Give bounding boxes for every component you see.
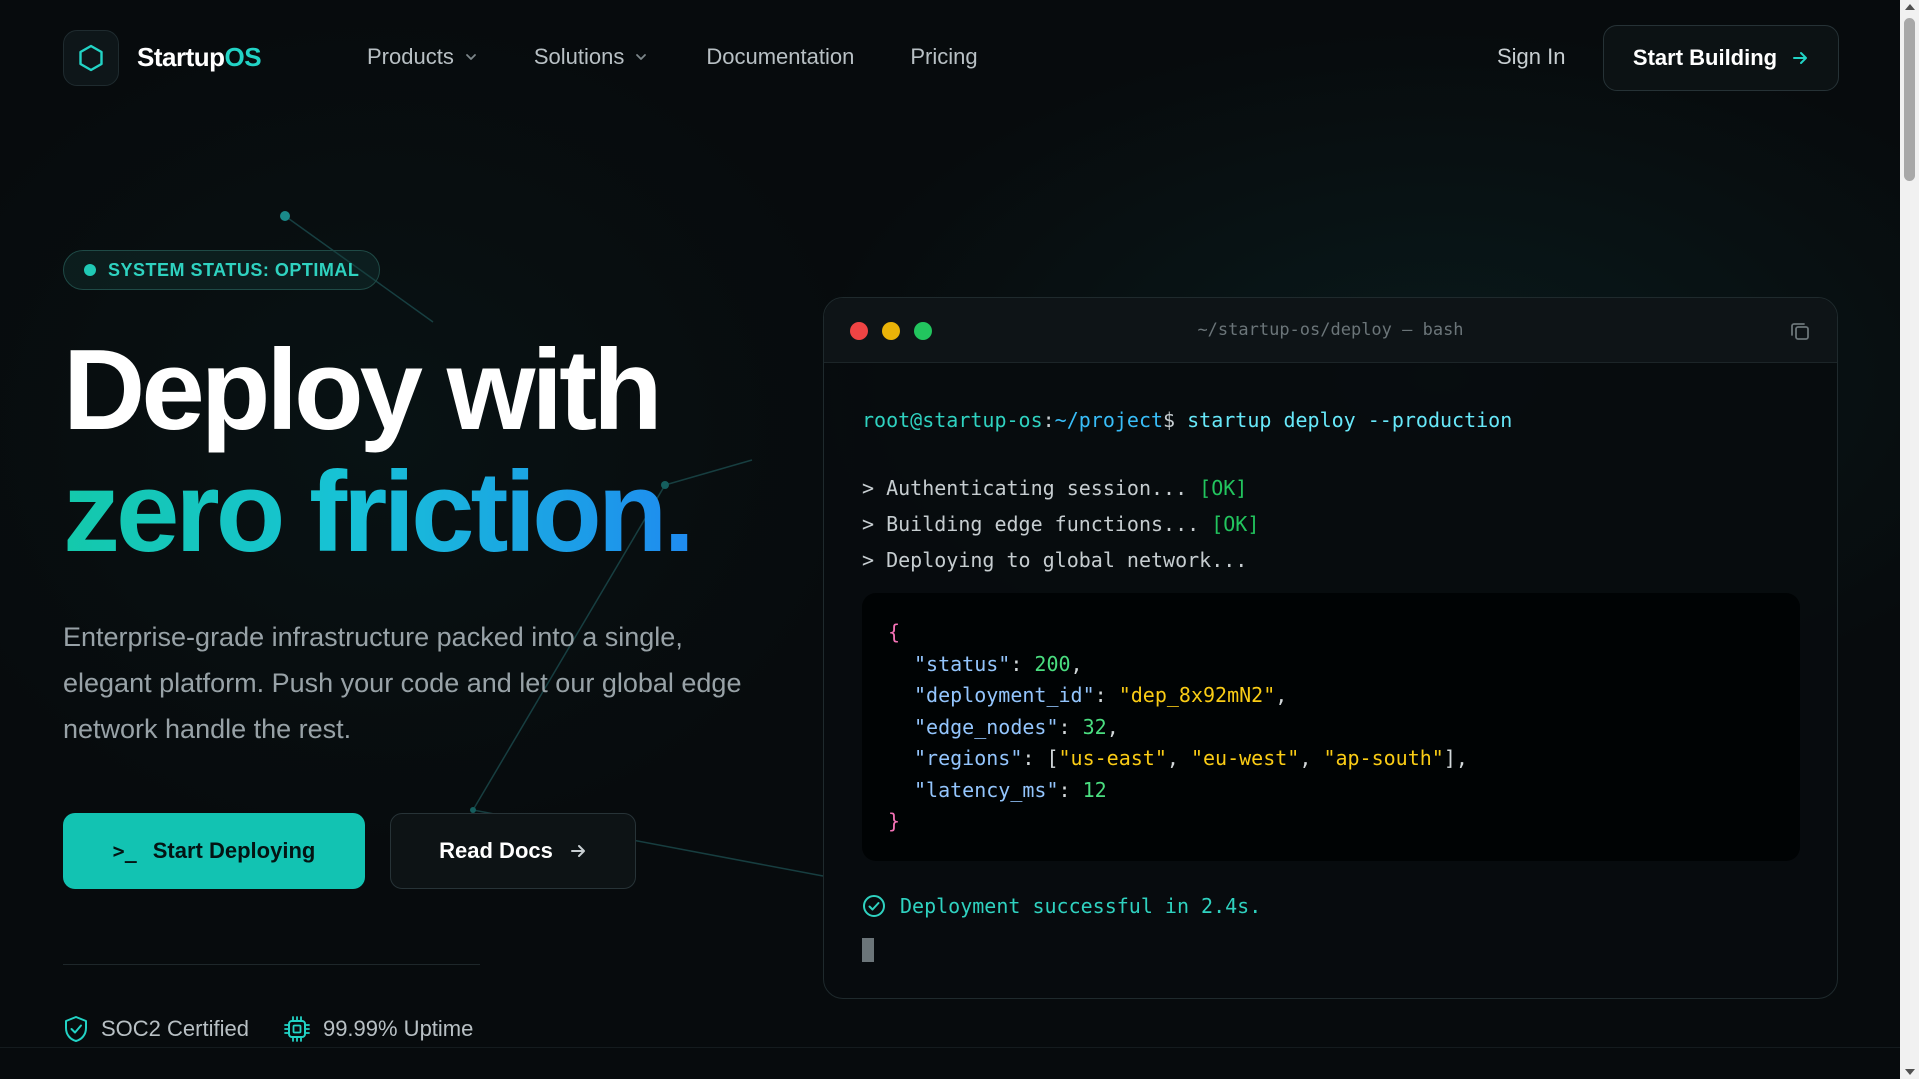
badge-label: 99.99% Uptime [322, 1016, 474, 1041]
log-line: > Building edge functions... [OK] [862, 506, 1512, 542]
headline-line-2: zero friction. [63, 449, 695, 576]
json-value: "ap-south" [1323, 746, 1444, 770]
json-value: 12 [1082, 777, 1107, 802]
json-value: "dep_8x92mN2" [1118, 683, 1276, 707]
json-line-status: "status": 200, [914, 651, 1083, 676]
json-key: "status" [914, 651, 1011, 676]
deployment-success-line: Deployment successful in 2.4s. [862, 894, 1261, 918]
brand-name[interactable]: StartupOS [137, 42, 262, 73]
badge-label: SOC2 Certified [101, 1016, 249, 1041]
chevron-down-icon [465, 54, 476, 60]
arrow-right-icon [570, 845, 585, 857]
success-text: Deployment successful in 2.4s. [900, 894, 1262, 918]
start-building-button[interactable]: Start Building [1603, 25, 1839, 91]
scroll-up-arrow-icon[interactable] [1905, 4, 1915, 10]
terminal-prompt-icon: >_ [112, 839, 137, 863]
logo-mark[interactable] [63, 30, 119, 86]
prompt-user: root@startup-os [862, 408, 1043, 432]
scrollbar-thumb[interactable] [1904, 18, 1915, 181]
hexagon-icon [79, 44, 103, 72]
json-key: "edge_nodes" [914, 714, 1059, 739]
json-value: 32 [1082, 714, 1107, 739]
terminal-command: startup deploy --production [1187, 408, 1513, 432]
json-response-block: { "status": 200, "deployment_id": "dep_8… [862, 593, 1800, 861]
arrow-right-icon [1793, 52, 1808, 64]
prompt-path: ~/project [1054, 408, 1164, 432]
log-line: > Deploying to global network... [862, 542, 1512, 578]
nav-item-label: Documentation [706, 44, 855, 69]
log-status: [OK] [1211, 512, 1260, 536]
prompt-symbol: $ [1163, 408, 1176, 432]
hero-divider [63, 964, 480, 965]
status-text: SYSTEM STATUS: OPTIMAL [108, 259, 360, 280]
json-key: "latency_ms" [914, 777, 1059, 802]
nav-item-label: Pricing [910, 44, 978, 69]
read-docs-label: Read Docs [439, 838, 553, 863]
nav-item-label: Products [367, 44, 454, 69]
terminal-window: ~/startup-os/deploy — bash root@startup-… [823, 297, 1838, 999]
log-text: > Deploying to global network... [862, 548, 1248, 572]
copy-icon[interactable] [1789, 320, 1811, 342]
check-circle-icon [863, 895, 885, 917]
start-deploying-label: Start Deploying [152, 838, 316, 863]
json-value: "eu-west" [1190, 746, 1300, 770]
trust-badges: SOC2 Certified 99.99% Uptime [63, 1015, 473, 1043]
nav-item-label: Solutions [533, 44, 625, 69]
top-navigation: StartupOS Products Solutions Documentati… [0, 0, 1900, 118]
terminal-body: root@startup-os:~/project$ startup deplo… [862, 408, 1512, 578]
json-close-brace: } [888, 809, 901, 833]
status-dot-icon [84, 264, 96, 276]
shield-check-icon [65, 1016, 87, 1042]
hero-headline: Deploy with zero friction. [63, 327, 695, 576]
sign-in-link[interactable]: Sign In [1497, 44, 1566, 70]
json-key: "deployment_id" [914, 683, 1095, 707]
page-bottom-border [0, 1047, 1900, 1048]
log-text: > Building edge functions... [862, 512, 1212, 536]
system-status-badge: SYSTEM STATUS: OPTIMAL [63, 250, 381, 290]
json-value: "us-east" [1058, 746, 1167, 770]
terminal-cursor [862, 938, 874, 962]
nav-item-pricing[interactable]: Pricing [910, 44, 977, 70]
json-line-regions: "regions": ["us-east", "eu-west", "ap-so… [914, 746, 1468, 770]
nav-item-documentation[interactable]: Documentation [706, 44, 854, 70]
brand-name-suffix: OS [224, 42, 262, 72]
uptime-badge: 99.99% Uptime [283, 1015, 473, 1043]
terminal-titlebar: ~/startup-os/deploy — bash [824, 298, 1837, 363]
cpu-chip-icon [284, 1016, 310, 1042]
json-line-edge-nodes: "edge_nodes": 32, [914, 714, 1119, 739]
json-value: 200 [1034, 651, 1071, 676]
terminal-command-line: root@startup-os:~/project$ startup deplo… [862, 408, 1512, 444]
start-building-label: Start Building [1632, 45, 1778, 70]
terminal-title: ~/startup-os/deploy — bash [1197, 320, 1464, 340]
soc2-badge: SOC2 Certified [63, 1015, 249, 1043]
scroll-down-arrow-icon[interactable] [1905, 1069, 1915, 1075]
read-docs-button[interactable]: Read Docs [390, 813, 636, 889]
json-line-latency: "latency_ms": 12 [914, 777, 1107, 802]
page-scrollbar[interactable] [1900, 0, 1919, 1079]
log-text: > Authenticating session... [862, 476, 1200, 500]
terminal-log: > Authenticating session... [OK] > Build… [862, 470, 1512, 578]
brand-name-prefix: Startup [137, 42, 225, 72]
json-key: "regions" [914, 746, 1023, 770]
json-line-deployment-id: "deployment_id": "dep_8x92mN2", [914, 683, 1288, 707]
headline-line-1: Deploy with [63, 327, 663, 454]
nav-item-products[interactable]: Products [367, 44, 478, 70]
log-line: > Authenticating session... [OK] [862, 470, 1512, 506]
log-status: [OK] [1199, 476, 1248, 500]
hero-subtext: Enterprise-grade infrastructure packed i… [63, 622, 742, 744]
start-deploying-button[interactable]: >_ Start Deploying [63, 813, 365, 889]
nav-links: Products Solutions Documentation Pricing [367, 44, 978, 70]
nav-item-solutions[interactable]: Solutions [534, 44, 649, 70]
json-open-brace: { [888, 620, 901, 644]
chevron-down-icon [636, 54, 647, 60]
prompt-separator: : [1042, 408, 1055, 432]
